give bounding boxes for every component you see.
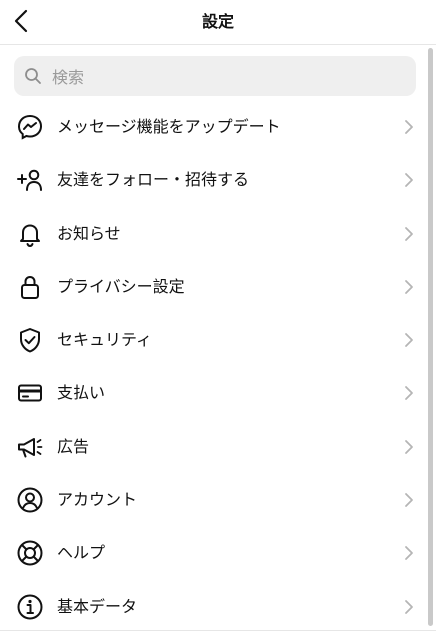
messenger-icon [17,114,43,140]
menu-item-messaging-update[interactable]: メッセージ機能をアップデート [0,100,430,153]
menu-item-notifications[interactable]: お知らせ [0,207,430,260]
lock-icon [21,275,39,299]
info-icon [17,594,43,620]
search-input[interactable] [50,56,404,98]
menu-item-label: 基本データ [57,596,138,616]
megaphone-icon [18,437,43,458]
menu-item-label: 友達をフォロー・招待する [57,170,250,190]
menu-item-label: メッセージ機能をアップデート [57,117,281,136]
chevron-right-icon [405,226,413,241]
search-icon [25,68,41,84]
shield-check-icon [20,328,40,353]
account-circle-icon [17,487,43,513]
page-title: 設定 [201,12,234,31]
menu-item-label: 広告 [57,436,90,456]
add-person-icon [17,169,42,192]
chevron-right-icon [405,333,413,348]
menu-item-privacy[interactable]: プライバシー設定 [0,260,430,313]
menu-item-label: アカウント [57,490,138,510]
chevron-right-icon [405,439,413,454]
bottom-divider [0,630,436,631]
chevron-right-icon [405,546,413,561]
credit-card-icon [18,384,42,402]
menu-item-label: プライバシー設定 [57,276,185,296]
menu-item-payments[interactable]: 支払い [0,366,430,419]
chevron-right-icon [405,173,413,188]
menu-item-help[interactable]: ヘルプ [0,526,430,579]
menu-item-label: セキュリティ [57,330,153,350]
header: 設定 [0,0,436,45]
lifebuoy-icon [17,540,43,566]
settings-menu: メッセージ機能をアップデート 友達をフォロー・招待する お知らせ プライバシー設… [0,100,430,633]
menu-item-about[interactable]: 基本データ [0,580,430,633]
menu-item-label: ヘルプ [57,543,106,563]
menu-item-account[interactable]: アカウント [0,473,430,526]
search-bar[interactable] [14,56,416,98]
bell-icon [20,224,40,247]
chevron-right-icon [405,120,413,134]
chevron-right-icon [405,279,413,294]
chevron-right-icon [405,386,413,401]
chevron-right-icon [405,493,413,507]
chevron-right-icon [405,599,413,614]
menu-item-label: お知らせ [57,223,121,243]
menu-item-follow-invite[interactable]: 友達をフォロー・招待する [0,153,430,206]
menu-item-security[interactable]: セキュリティ [0,313,430,366]
menu-item-ads[interactable]: 広告 [0,420,430,473]
menu-item-label: 支払い [57,383,106,403]
